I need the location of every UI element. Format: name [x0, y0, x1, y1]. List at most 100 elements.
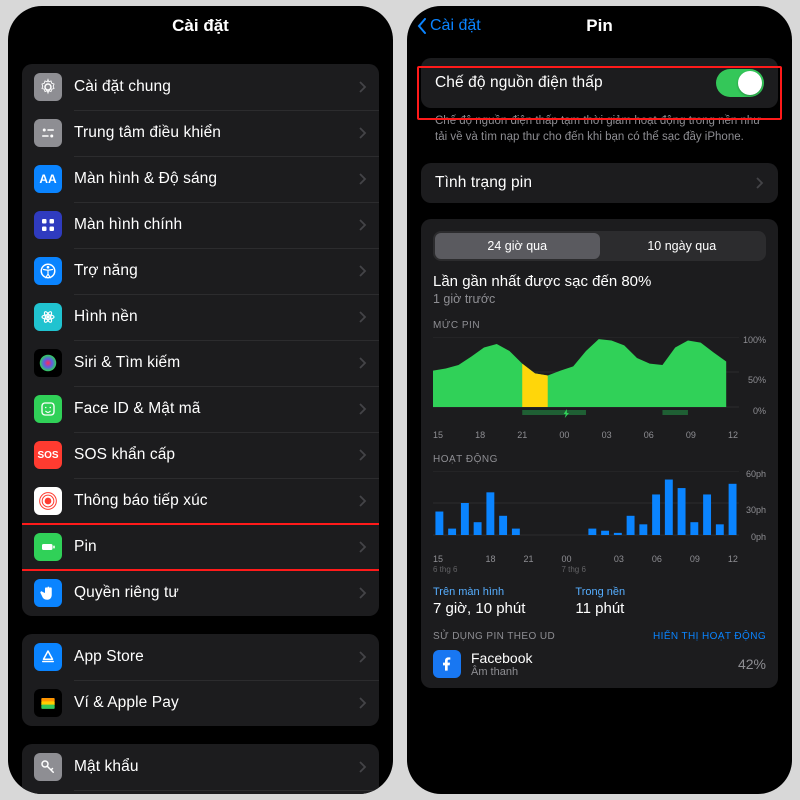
- face-icon: [34, 395, 62, 423]
- wallet-icon: [34, 689, 62, 717]
- key-icon: [34, 753, 62, 781]
- settings-row-AA[interactable]: AA Màn hình & Độ sáng: [22, 156, 379, 202]
- chevron-right-icon: [359, 449, 367, 461]
- facebook-icon: [433, 650, 461, 678]
- settings-group: Cài đặt chung Trung tâm điều khiển AA Màn h…: [22, 64, 379, 616]
- chevron-right-icon: [359, 541, 367, 553]
- chevron-right-icon: [359, 81, 367, 93]
- on-screen-header: Trên màn hình: [433, 586, 525, 598]
- settings-row-label: Siri & Tìm kiếm: [74, 354, 347, 372]
- battery-icon: [34, 533, 62, 561]
- settings-row-label: App Store: [74, 648, 347, 666]
- settings-row-gear[interactable]: Cài đặt chung: [22, 64, 379, 110]
- usage-summary: Trên màn hình 7 giờ, 10 phút Trong nền 1…: [433, 586, 766, 617]
- gear-icon: [34, 73, 62, 101]
- settings-row-wallet[interactable]: Ví & Apple Pay: [22, 680, 379, 726]
- hand-icon: [34, 579, 62, 607]
- flower-icon: [34, 303, 62, 331]
- settings-row-label: Hình nền: [74, 308, 347, 326]
- settings-row-hand[interactable]: Quyền riêng tư: [22, 570, 379, 616]
- settings-row-label: Trợ năng: [74, 262, 347, 280]
- back-button[interactable]: Cài đặt: [417, 17, 481, 35]
- settings-row-grid[interactable]: Màn hình chính: [22, 202, 379, 248]
- chevron-right-icon: [359, 495, 367, 507]
- background-header: Trong nền: [575, 586, 625, 598]
- settings-row-sos[interactable]: SOSSOS khẩn cấp: [22, 432, 379, 478]
- sos-icon: SOS: [34, 441, 62, 469]
- settings-row-battery[interactable]: Pin: [22, 524, 379, 570]
- grid-icon: [34, 211, 62, 239]
- settings-row-face[interactable]: Face ID & Mật mã: [22, 386, 379, 432]
- navbar: Cài đặt Pin: [407, 6, 792, 46]
- chevron-right-icon: [359, 403, 367, 415]
- show-activity-link[interactable]: HIỂN THỊ HOẠT ĐỘNG: [653, 631, 766, 642]
- AA-icon: AA: [34, 165, 62, 193]
- chevron-right-icon: [359, 587, 367, 599]
- chevron-right-icon: [359, 219, 367, 231]
- battery-level-chart: 100% 50% 0%: [433, 337, 766, 430]
- battery-health-row[interactable]: Tình trạng pin: [421, 163, 778, 203]
- settings-row-label: Face ID & Mật mã: [74, 400, 347, 418]
- page-title: Pin: [586, 16, 612, 36]
- control-icon: [34, 119, 62, 147]
- access-icon: [34, 257, 62, 285]
- usage-panel: 24 giờ qua 10 ngày qua Lần gần nhất được…: [421, 219, 778, 688]
- chevron-left-icon: [417, 18, 427, 34]
- settings-row-label: Pin: [74, 538, 347, 556]
- settings-row-access[interactable]: Trợ năng: [22, 248, 379, 294]
- last-charge-ago: 1 giờ trước: [433, 292, 766, 306]
- app-sub: Âm thanh: [471, 666, 532, 678]
- seg-10d[interactable]: 10 ngày qua: [600, 233, 765, 259]
- chevron-right-icon: [359, 761, 367, 773]
- settings-row-label: Màn hình & Độ sáng: [74, 170, 347, 188]
- page-title: Cài đặt: [172, 16, 229, 36]
- background-value: 11 phút: [575, 600, 625, 617]
- settings-row-label: Thông báo tiếp xúc: [74, 492, 347, 510]
- time-segmented-control[interactable]: 24 giờ qua 10 ngày qua: [433, 231, 766, 261]
- activity-chart: 60ph 30ph 0ph: [433, 471, 766, 554]
- settings-row-label: Ví & Apple Pay: [74, 694, 347, 712]
- battery-health-group: Tình trạng pin: [421, 163, 778, 203]
- low-power-footnote: Chế độ nguồn điện thấp tạm thời giảm hoạ…: [421, 108, 778, 145]
- level-ticks: 1518210003060912: [433, 430, 766, 440]
- chevron-right-icon: [359, 127, 367, 139]
- by-app-header: SỬ DỤNG PIN THEO UD HIỂN THỊ HOẠT ĐỘNG: [433, 631, 766, 642]
- app-name: Facebook: [471, 650, 532, 666]
- on-screen-value: 7 giờ, 10 phút: [433, 600, 525, 617]
- low-power-group: Chế độ nguồn điện thấp: [421, 58, 778, 108]
- settings-row-flower[interactable]: Hình nền: [22, 294, 379, 340]
- app-row-facebook[interactable]: Facebook Âm thanh 42%: [433, 650, 766, 678]
- by-app-title: SỬ DỤNG PIN THEO UD: [433, 631, 555, 642]
- app-pct: 42%: [738, 656, 766, 672]
- settings-row-appstore[interactable]: App Store: [22, 634, 379, 680]
- chevron-right-icon: [359, 265, 367, 277]
- settings-row-label: Trung tâm điều khiển: [74, 124, 347, 142]
- appstore-icon: [34, 643, 62, 671]
- exposure-icon: [34, 487, 62, 515]
- settings-group: App Store Ví & Apple Pay: [22, 634, 379, 726]
- chevron-right-icon: [359, 357, 367, 369]
- activity-ticks: 156 thg 61821007 thg 603060912: [433, 554, 766, 574]
- level-title: MỨC PIN: [433, 320, 766, 331]
- siri-icon: [34, 349, 62, 377]
- seg-24h[interactable]: 24 giờ qua: [435, 233, 600, 259]
- back-label: Cài đặt: [430, 17, 481, 35]
- settings-row-control[interactable]: Trung tâm điều khiển: [22, 110, 379, 156]
- settings-row-exposure[interactable]: Thông báo tiếp xúc: [22, 478, 379, 524]
- settings-row-label: Mật khẩu: [74, 758, 347, 776]
- settings-row-label: Quyền riêng tư: [74, 584, 347, 602]
- chevron-right-icon: [359, 311, 367, 323]
- navbar: Cài đặt: [8, 6, 393, 46]
- low-power-row[interactable]: Chế độ nguồn điện thấp: [421, 58, 778, 108]
- settings-row-label: Cài đặt chung: [74, 78, 347, 96]
- settings-screen: Cài đặt Cài đặt chung Trung tâm điều khiể…: [8, 6, 393, 794]
- activity-title: HOẠT ĐỘNG: [433, 454, 766, 465]
- settings-row-mail[interactable]: Mail: [22, 790, 379, 794]
- chevron-right-icon: [756, 177, 764, 189]
- low-power-toggle[interactable]: [716, 69, 764, 97]
- settings-row-siri[interactable]: Siri & Tìm kiếm: [22, 340, 379, 386]
- battery-health-label: Tình trạng pin: [435, 174, 744, 192]
- last-charge-line: Lần gần nhất được sạc đến 80%: [433, 273, 766, 290]
- settings-row-key[interactable]: Mật khẩu: [22, 744, 379, 790]
- settings-row-label: Màn hình chính: [74, 216, 347, 234]
